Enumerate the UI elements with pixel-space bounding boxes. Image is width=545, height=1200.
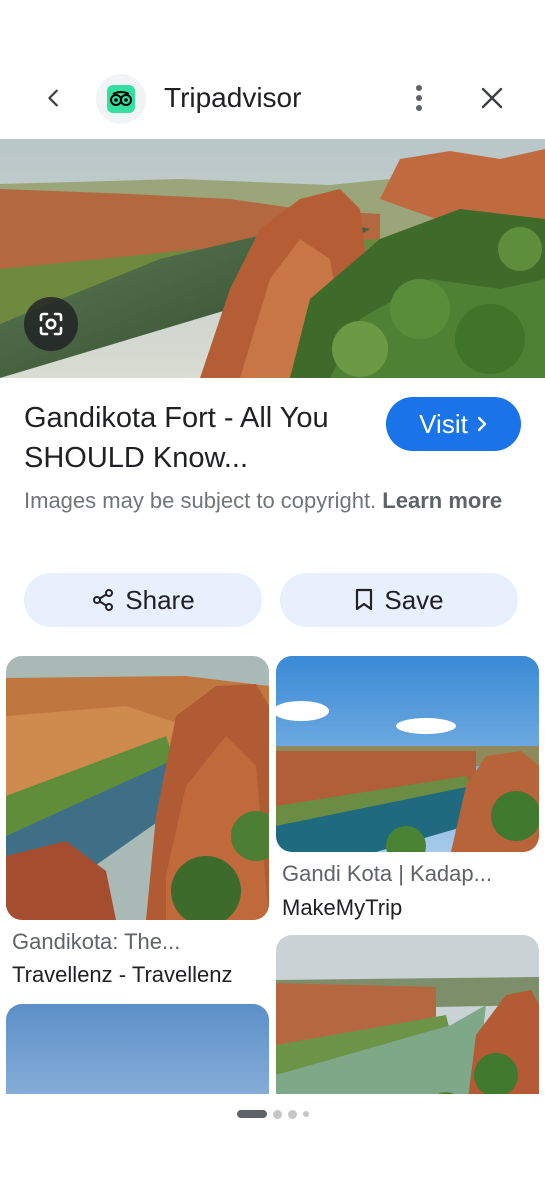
lens-icon: [39, 312, 63, 336]
share-icon: [93, 589, 114, 611]
related-image-4[interactable]: [276, 935, 539, 1115]
site-name[interactable]: Tripadvisor: [164, 82, 301, 114]
related-title-1[interactable]: Gandikota: The...: [12, 929, 180, 955]
save-label: Save: [384, 584, 444, 615]
copyright-notice: Images may be subject to copyright. Lear…: [24, 485, 504, 517]
related-title-2[interactable]: Gandi Kota | Kadap...: [282, 861, 492, 887]
page-dot: [272, 1109, 282, 1119]
page-dot: [287, 1109, 297, 1119]
related-source-2[interactable]: MakeMyTrip: [282, 895, 402, 921]
more-vert-icon: [416, 85, 422, 111]
more-options-button[interactable]: [404, 80, 434, 116]
site-logo: [96, 74, 146, 124]
visit-button[interactable]: Visit: [386, 397, 521, 451]
share-button[interactable]: Share: [24, 573, 262, 627]
main-image[interactable]: [0, 139, 545, 378]
related-image-1[interactable]: [6, 656, 269, 920]
google-lens-button[interactable]: [24, 297, 78, 351]
share-label: Share: [125, 584, 195, 615]
copyright-text: Images may be subject to copyright.: [24, 488, 377, 513]
chevron-right-icon: [477, 416, 487, 432]
chevron-left-icon: [48, 89, 58, 107]
page-dot: [302, 1111, 309, 1117]
top-bar: Tripadvisor: [0, 62, 545, 136]
tripadvisor-owl-icon: [107, 85, 135, 113]
visit-label: Visit: [419, 408, 468, 439]
page-dot-active: [236, 1110, 267, 1118]
save-button[interactable]: Save: [280, 573, 518, 627]
related-image-2[interactable]: [276, 656, 539, 852]
learn-more-link[interactable]: Learn more: [382, 488, 502, 513]
result-title[interactable]: Gandikota Fort - All You SHOULD Know...: [24, 398, 364, 478]
related-source-1[interactable]: Travellenz - Travellenz: [12, 962, 232, 988]
back-button[interactable]: [36, 80, 72, 116]
close-icon: [481, 87, 503, 109]
page-indicator: [0, 1108, 545, 1120]
close-button[interactable]: [474, 80, 510, 116]
bookmark-icon: [356, 588, 373, 611]
